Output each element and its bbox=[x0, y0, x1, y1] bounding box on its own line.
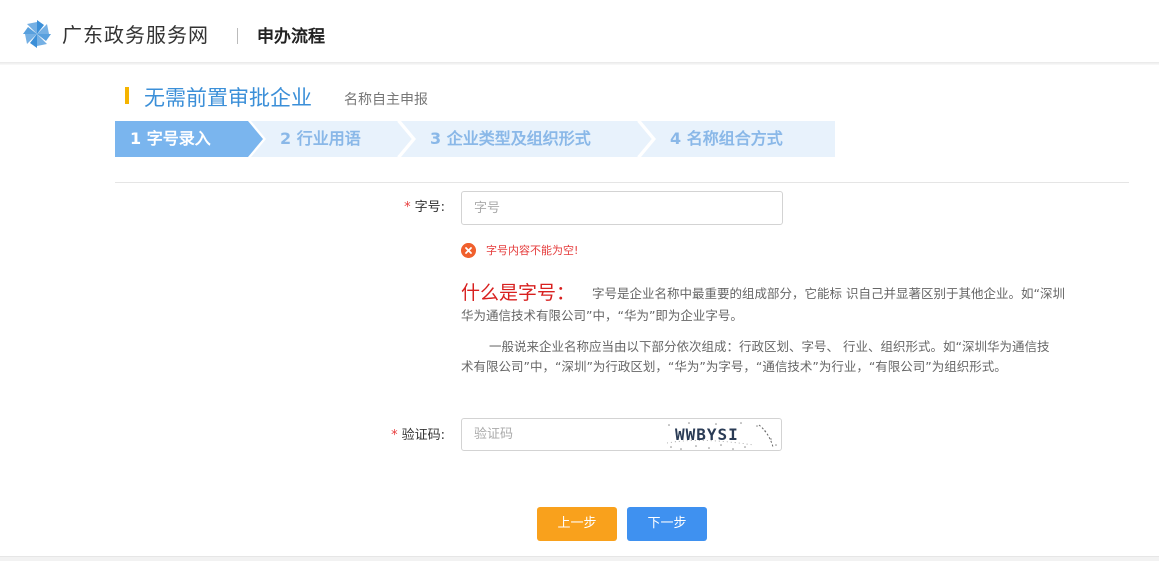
next-step-button[interactable]: 下一步 bbox=[627, 507, 707, 541]
zihao-input[interactable] bbox=[461, 191, 783, 225]
page-title: 无需前置审批企业 bbox=[144, 86, 312, 110]
zihao-error-message: 字号内容不能为空! bbox=[486, 244, 579, 257]
site-title[interactable]: 广东政务服务网 bbox=[62, 22, 209, 48]
required-mark: * bbox=[391, 428, 398, 443]
footer-divider bbox=[0, 556, 1159, 561]
help-title: 什么是字号： bbox=[461, 282, 576, 304]
pinwheel-logo-icon[interactable] bbox=[22, 19, 52, 49]
zihao-label-text: 字号: bbox=[414, 200, 445, 215]
zihao-label: * 字号: bbox=[380, 200, 445, 216]
step-progress: 1 字号录入 2 行业用语 3 企业类型及组织形式 4 名称组合方式 bbox=[115, 121, 835, 157]
captcha-text: WWBYSI bbox=[675, 425, 739, 444]
site-header: 广东政务服务网 申办流程 bbox=[0, 0, 1159, 62]
error-icon bbox=[461, 243, 476, 258]
page-subtitle: 名称自主申报 bbox=[344, 92, 428, 108]
section-divider bbox=[115, 182, 1129, 183]
required-mark: * bbox=[404, 200, 411, 215]
step-3-label: 3 企业类型及组织形式 bbox=[430, 129, 591, 148]
step-1-label: 1 字号录入 bbox=[130, 129, 211, 148]
help-paragraph-2-line-1: 一般说来企业名称应当由以下部分依次组成：行政区划、字号、 行业、组织形式。如“深… bbox=[489, 339, 1050, 354]
header-divider bbox=[237, 28, 238, 44]
prev-step-button[interactable]: 上一步 bbox=[537, 507, 617, 541]
captcha-image[interactable]: WWBYSI bbox=[661, 418, 782, 451]
help-paragraph-1-line-1: 字号是企业名称中最重要的组成部分，它能标 识自己并显著区别于其他企业。如“深圳 bbox=[592, 286, 1065, 301]
help-paragraph-1-line-2: 华为通信技术有限公司”中，“华为”即为企业字号。 bbox=[461, 308, 743, 323]
captcha-input[interactable] bbox=[461, 418, 662, 451]
title-accent-bar bbox=[125, 87, 129, 104]
help-paragraph-2-line-2: 术有限公司”中，“深圳”为行政区划，“华为”为字号，“通信技术”为行业，“有限公… bbox=[461, 359, 1007, 374]
header-shadow bbox=[0, 62, 1159, 65]
captcha-label: * 验证码: bbox=[370, 428, 445, 444]
page-name: 申办流程 bbox=[257, 27, 325, 47]
step-4-label: 4 名称组合方式 bbox=[670, 129, 783, 148]
captcha-label-text: 验证码: bbox=[401, 428, 445, 443]
step-2-label: 2 行业用语 bbox=[280, 129, 361, 148]
